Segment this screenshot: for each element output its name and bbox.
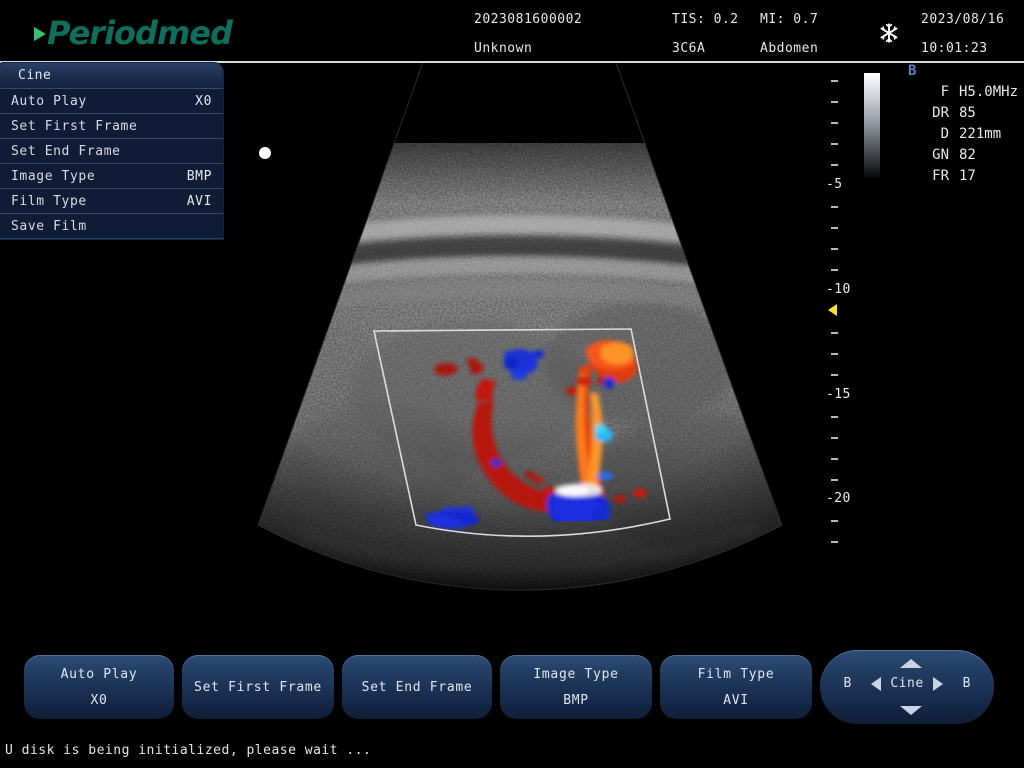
depth-tick bbox=[831, 101, 838, 103]
menu-item-label: Image Type bbox=[11, 169, 95, 184]
button-set-first-frame[interactable]: Set First Frame bbox=[182, 655, 334, 719]
button-auto-play[interactable]: Auto Play X0 bbox=[24, 655, 174, 719]
depth-tick bbox=[831, 143, 838, 145]
imaging-mode-label: B bbox=[908, 63, 1024, 79]
tis-value: TIS: 0.2 bbox=[672, 12, 739, 27]
depth-tick bbox=[831, 248, 838, 250]
depth-tick bbox=[831, 437, 838, 439]
param-key: FR bbox=[917, 168, 949, 184]
depth-tick bbox=[831, 479, 838, 481]
param-value: 85 bbox=[959, 105, 976, 121]
param-value: 82 bbox=[959, 147, 976, 163]
arrow-down-icon[interactable] bbox=[900, 706, 922, 715]
arrow-left-icon[interactable] bbox=[871, 677, 881, 691]
menu-item-set-end-frame[interactable]: Set End Frame bbox=[0, 138, 223, 163]
button-label: Image Type bbox=[533, 667, 618, 682]
depth-tick bbox=[831, 520, 838, 522]
button-label: Set End Frame bbox=[362, 680, 473, 695]
param-key: DR bbox=[917, 105, 949, 121]
depth-tick bbox=[831, 416, 838, 418]
menu-item-label: Auto Play bbox=[11, 94, 87, 109]
cine-menu-title-row: Cine bbox=[0, 63, 223, 88]
menu-item-save-film[interactable]: Save Film bbox=[0, 213, 223, 238]
arrow-up-icon[interactable] bbox=[900, 659, 922, 668]
param-dynamic-range: DR 85 bbox=[908, 105, 1024, 121]
menu-item-label: Set End Frame bbox=[11, 144, 121, 159]
menu-item-auto-play[interactable]: Auto Play X0 bbox=[0, 88, 223, 113]
button-value: X0 bbox=[90, 693, 107, 708]
param-depth: D 221mm bbox=[908, 126, 1024, 142]
menu-item-label: Save Film bbox=[11, 219, 87, 234]
param-gain: GN 82 bbox=[908, 147, 1024, 163]
param-value: 221mm bbox=[959, 126, 1001, 142]
button-image-type[interactable]: Image Type BMP bbox=[500, 655, 652, 719]
menu-item-value: BMP bbox=[187, 169, 212, 184]
menu-item-label: Film Type bbox=[11, 194, 87, 209]
cine-menu-panel[interactable]: Cine Auto Play X0 Set First Frame Set En… bbox=[0, 63, 223, 239]
param-value: H5.0MHz bbox=[959, 84, 1018, 100]
param-key: D bbox=[917, 126, 949, 142]
menu-item-value: AVI bbox=[187, 194, 212, 209]
depth-tick bbox=[831, 80, 838, 82]
menu-item-label: Set First Frame bbox=[11, 119, 137, 134]
mi-value: MI: 0.7 bbox=[760, 12, 818, 27]
param-key: GN bbox=[917, 147, 949, 163]
button-value: AVI bbox=[723, 693, 749, 708]
imaging-parameters-panel: B F H5.0MHz DR 85 D 221mm GN 82 FR 17 bbox=[908, 63, 1024, 189]
depth-tick bbox=[831, 332, 838, 334]
nav-left-label: B bbox=[844, 676, 852, 691]
depth-tick bbox=[831, 458, 838, 460]
status-bar: U disk is being initialized, please wait… bbox=[0, 738, 1024, 768]
button-label: Set First Frame bbox=[194, 680, 322, 695]
depth-label-5: -5 bbox=[826, 177, 842, 192]
depth-label-10: -10 bbox=[826, 282, 851, 297]
button-label: Auto Play bbox=[61, 667, 138, 682]
app-header: Periodmed 2023081600002 Unknown TIS: 0.2… bbox=[0, 0, 1024, 62]
brand-name: Periodmed bbox=[47, 14, 232, 52]
body-part: Abdomen bbox=[760, 41, 818, 56]
nav-center-row: B Cine B bbox=[820, 676, 994, 691]
nav-right-label: B bbox=[963, 676, 971, 691]
param-frequency: F H5.0MHz bbox=[908, 84, 1024, 100]
depth-tick bbox=[831, 353, 838, 355]
system-time: 10:01:23 bbox=[921, 41, 988, 56]
button-set-end-frame[interactable]: Set End Frame bbox=[342, 655, 492, 719]
ultrasound-application: Periodmed 2023081600002 Unknown TIS: 0.2… bbox=[0, 0, 1024, 768]
focus-marker-icon[interactable] bbox=[828, 304, 837, 316]
play-triangle-icon bbox=[34, 27, 46, 41]
button-value: BMP bbox=[563, 693, 589, 708]
depth-tick bbox=[831, 269, 838, 271]
depth-tick bbox=[831, 541, 838, 543]
probe-model: 3C6A bbox=[672, 41, 705, 56]
depth-label-20: -20 bbox=[826, 491, 851, 506]
menu-item-film-type[interactable]: Film Type AVI bbox=[0, 188, 223, 213]
depth-tick bbox=[831, 164, 838, 166]
snowflake-icon bbox=[878, 22, 900, 44]
mode-navigation-button[interactable]: B Cine B bbox=[820, 650, 994, 724]
patient-id: 2023081600002 bbox=[474, 12, 582, 27]
status-message: U disk is being initialized, please wait… bbox=[5, 743, 371, 758]
arrow-right-icon[interactable] bbox=[933, 677, 943, 691]
cine-menu-title: Cine bbox=[18, 68, 51, 83]
brand-logo: Periodmed bbox=[34, 14, 232, 52]
depth-tick bbox=[831, 374, 838, 376]
button-label: Film Type bbox=[698, 667, 775, 682]
menu-item-value: X0 bbox=[195, 94, 212, 109]
param-frame-rate: FR 17 bbox=[908, 168, 1024, 184]
depth-tick bbox=[831, 122, 838, 124]
menu-item-set-first-frame[interactable]: Set First Frame bbox=[0, 113, 223, 138]
pointer-cursor[interactable] bbox=[259, 147, 271, 159]
system-date: 2023/08/16 bbox=[921, 12, 1004, 27]
patient-name: Unknown bbox=[474, 41, 532, 56]
depth-tick bbox=[831, 227, 838, 229]
menu-item-image-type[interactable]: Image Type BMP bbox=[0, 163, 223, 188]
depth-scale: -5 -10 -15 -20 bbox=[826, 63, 862, 603]
button-film-type[interactable]: Film Type AVI bbox=[660, 655, 812, 719]
depth-label-15: -15 bbox=[826, 387, 851, 402]
nav-center-label: Cine bbox=[890, 676, 923, 691]
depth-tick bbox=[831, 206, 838, 208]
grayscale-bar bbox=[864, 73, 880, 178]
param-key: F bbox=[917, 84, 949, 100]
param-value: 17 bbox=[959, 168, 976, 184]
